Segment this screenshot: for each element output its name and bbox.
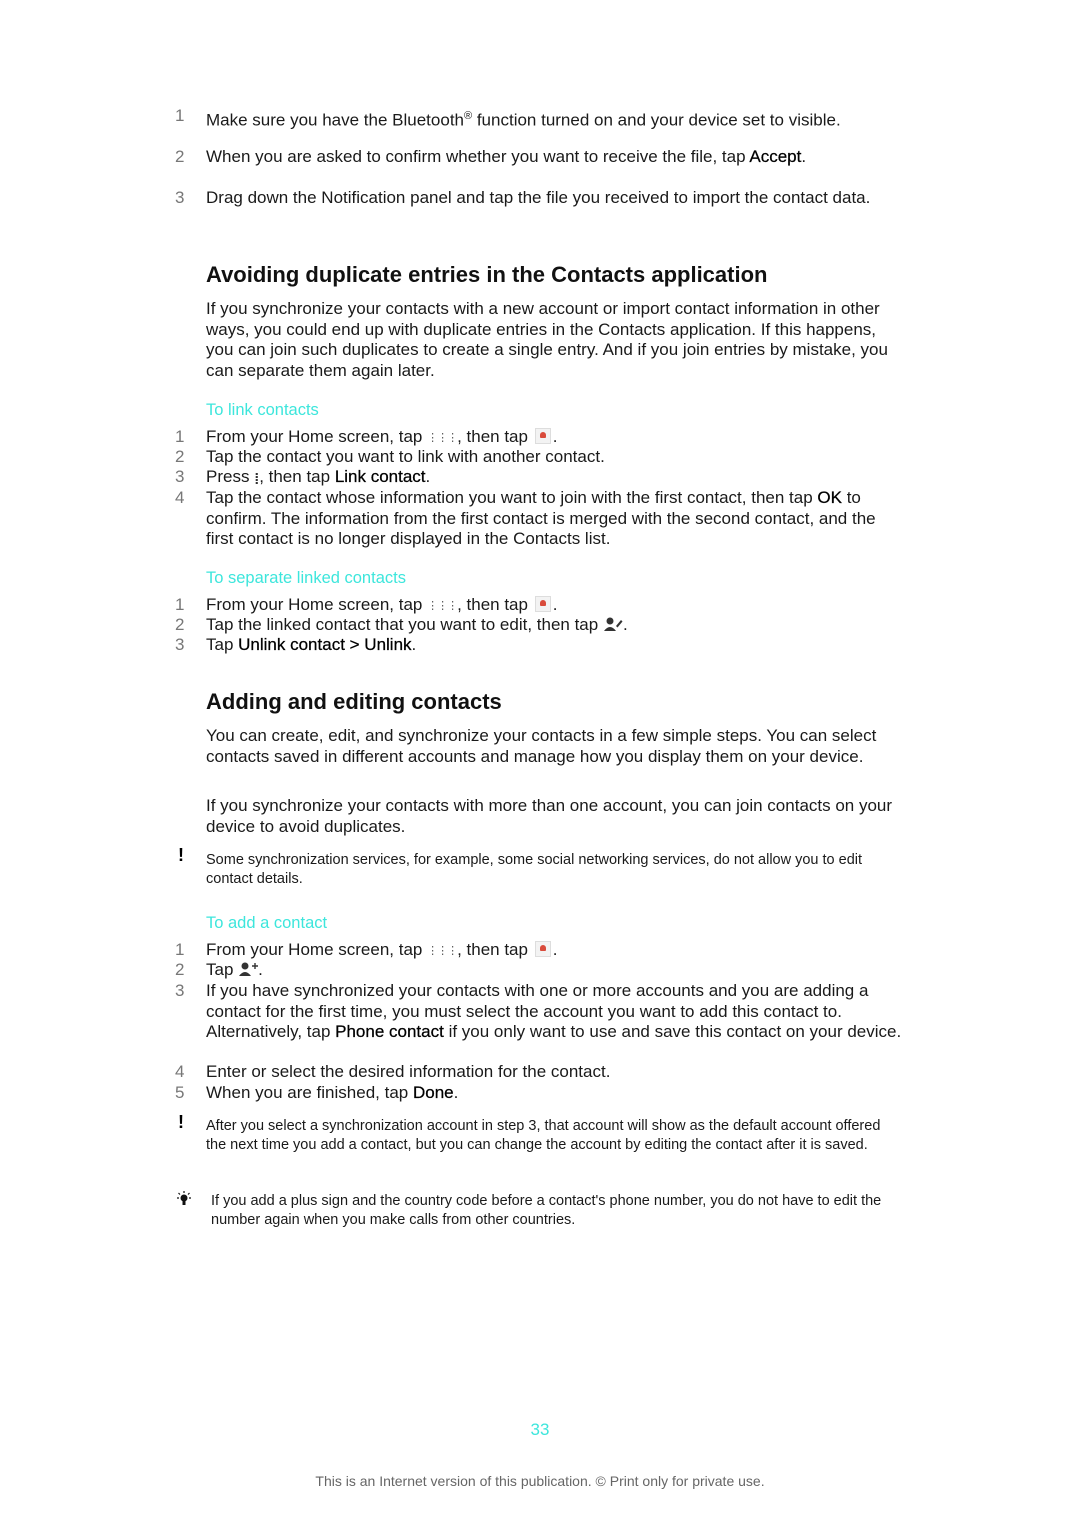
manual-page: 1 Make sure you have the Bluetooth® func… bbox=[0, 0, 1080, 1527]
ui-term: Phone contact bbox=[335, 1022, 444, 1041]
add-step-2: 2 Tap . bbox=[175, 960, 263, 979]
step-number: 2 bbox=[175, 960, 185, 979]
section-paragraph: You can create, edit, and synchronize yo… bbox=[206, 726, 877, 766]
step-number: 2 bbox=[175, 147, 185, 166]
contacts-app-icon bbox=[534, 596, 551, 612]
step-number: 3 bbox=[175, 635, 185, 654]
step-number: 1 bbox=[175, 427, 185, 446]
link-step-4: 4 Tap the contact whose information you … bbox=[175, 488, 876, 548]
footer-notice: This is an Internet version of this publ… bbox=[315, 1473, 765, 1489]
subheading-separate-contacts: To separate linked contacts bbox=[206, 569, 406, 587]
step-number: 3 bbox=[175, 467, 185, 486]
step-number: 2 bbox=[175, 615, 185, 634]
link-step-2: 2 Tap the contact you want to link with … bbox=[175, 447, 605, 466]
step-number: 1 bbox=[175, 595, 185, 614]
separate-step-2: 2 Tap the linked contact that you want t… bbox=[175, 615, 628, 634]
apps-grid-icon: ⋮⋮⋮ bbox=[427, 432, 458, 444]
apps-grid-icon: ⋮⋮⋮ bbox=[427, 945, 458, 957]
add-step-4: 4 Enter or select the desired informatio… bbox=[175, 1062, 611, 1081]
ui-term: Unlink contact > Unlink bbox=[238, 635, 412, 654]
edit-contact-icon bbox=[603, 617, 623, 631]
note-text: Some synchronization services, for examp… bbox=[206, 852, 863, 887]
separate-step-3: 3 Tap Unlink contact > Unlink. bbox=[175, 635, 417, 654]
intro-step-1: 1 Make sure you have the Bluetooth® func… bbox=[175, 106, 841, 130]
section-heading-duplicates: Avoiding duplicate entries in the Contac… bbox=[206, 262, 768, 287]
registered-mark: ® bbox=[464, 110, 473, 122]
step-number: 1 bbox=[175, 940, 185, 959]
page-number: 33 bbox=[530, 1420, 550, 1439]
add-step-1: 1 From your Home screen, tap ⋮⋮⋮, then t… bbox=[175, 940, 905, 962]
contacts-app-icon bbox=[534, 941, 551, 957]
ui-term: OK bbox=[817, 488, 842, 507]
link-step-3: 3 Press ⁞, then tap Link contact. bbox=[175, 467, 905, 491]
separate-step-1: 1 From your Home screen, tap ⋮⋮⋮, then t… bbox=[175, 595, 905, 617]
subheading-add-contact: To add a contact bbox=[206, 914, 328, 932]
step-number: 5 bbox=[175, 1083, 185, 1102]
warning-icon: ! bbox=[178, 845, 184, 865]
step-number: 2 bbox=[175, 447, 185, 466]
add-step-3: 3 If you have synchronized your contacts… bbox=[175, 981, 902, 1041]
step-number: 3 bbox=[175, 188, 185, 207]
tip-lightbulb-icon bbox=[177, 1191, 191, 1205]
add-contact-icon bbox=[239, 962, 259, 976]
subheading-link-contacts: To link contacts bbox=[206, 401, 319, 419]
apps-grid-icon: ⋮⋮⋮ bbox=[427, 600, 458, 612]
tip-text: If you add a plus sign and the country c… bbox=[211, 1193, 882, 1228]
step-number: 3 bbox=[175, 981, 185, 1000]
ui-term: Accept bbox=[749, 147, 802, 166]
section-heading-adding: Adding and editing contacts bbox=[206, 689, 502, 714]
intro-step-3: 3 Drag down the Notification panel and t… bbox=[175, 188, 871, 207]
link-step-1: 1 From your Home screen, tap ⋮⋮⋮, then t… bbox=[175, 427, 905, 449]
ui-term: Link contact bbox=[334, 467, 426, 486]
step-number: 4 bbox=[175, 1062, 185, 1081]
warning-icon: ! bbox=[178, 1112, 184, 1132]
step-number: 1 bbox=[175, 106, 185, 125]
step-number: 4 bbox=[175, 488, 185, 507]
contacts-app-icon bbox=[534, 428, 551, 444]
note-text: After you select a synchronization accou… bbox=[206, 1118, 881, 1153]
add-step-5: 5 When you are finished, tap Done. bbox=[175, 1083, 459, 1102]
section-paragraph: If you synchronize your contacts with a … bbox=[206, 299, 888, 380]
ui-term: Done bbox=[412, 1083, 454, 1102]
section-paragraph: If you synchronize your contacts with mo… bbox=[206, 796, 893, 836]
intro-step-2: 2 When you are asked to confirm whether … bbox=[175, 147, 807, 166]
